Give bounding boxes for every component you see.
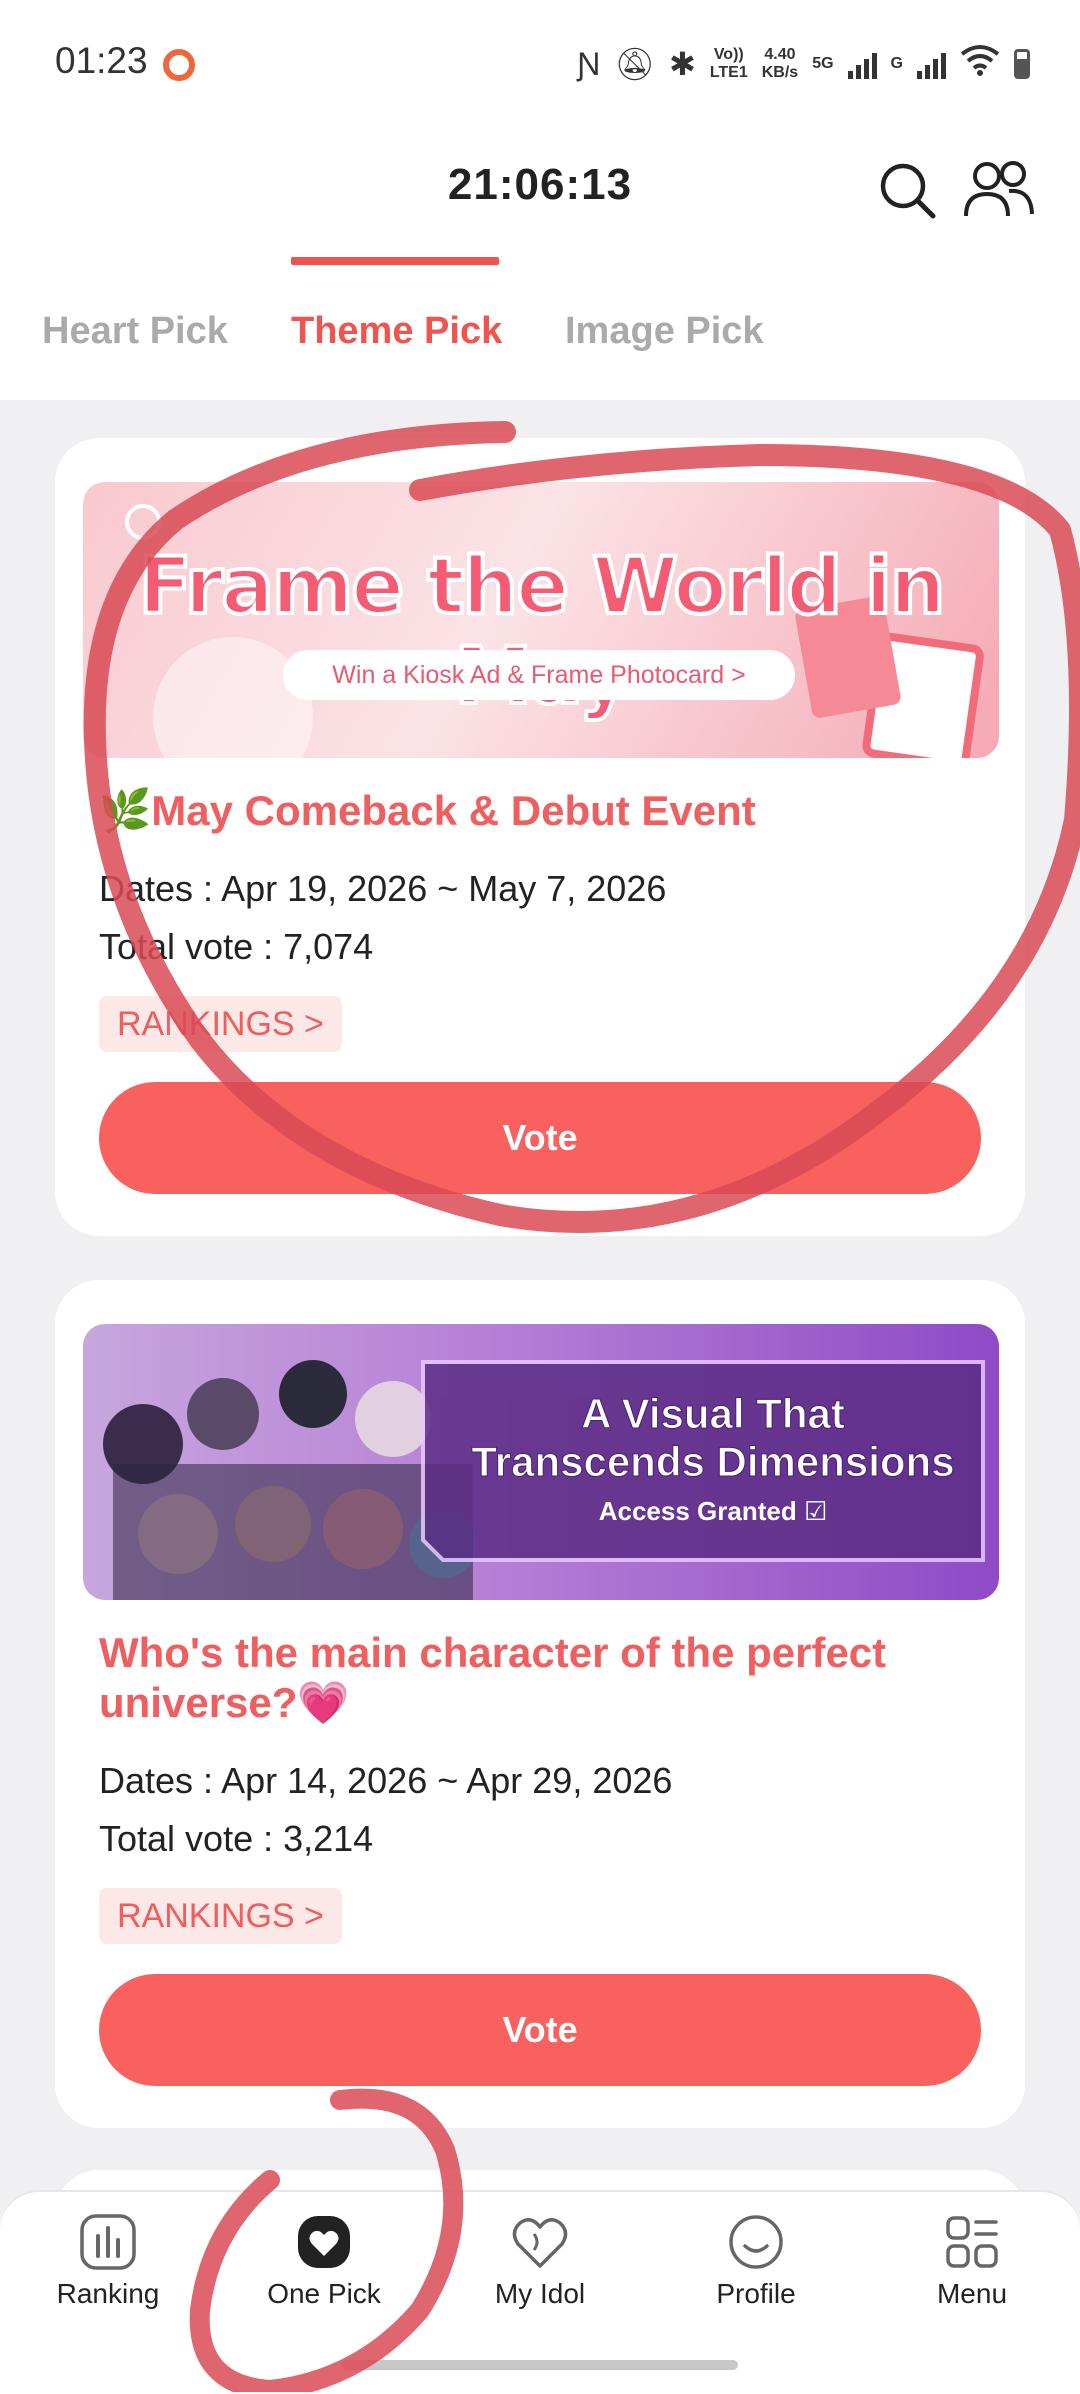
signal-5g-label: 5G [812,55,834,72]
tab-heart-pick[interactable]: Heart Pick [42,310,228,353]
tab-image-pick[interactable]: Image Pick [565,310,764,353]
nav-one-pick[interactable]: One Pick [224,2212,424,2310]
nav-one-pick-label: One Pick [267,2278,381,2309]
network-speed: 4.40 KB/s [761,46,799,81]
smile-icon [729,2215,783,2269]
battery-icon [1014,49,1030,79]
volte-indicator: Vo)) LTE1 [709,46,748,81]
bluetooth-icon: ✱ [669,46,696,82]
nav-menu-label: Menu [936,2278,1008,2309]
status-time: 01:23 [55,40,148,81]
nav-ranking[interactable]: Ranking [8,2212,208,2310]
event-banner-2[interactable]: A Visual That Transcends Dimensions Acces… [83,1324,999,1600]
card-dates-2: Dates : Apr 14, 2026 ~ Apr 29, 2026 [99,1760,673,1801]
tab-theme-pick[interactable]: Theme Pick [291,310,502,353]
card-total-vote: Total vote : 7,074 [99,926,374,967]
card-dates: Dates : Apr 19, 2026 ~ May 7, 2026 [99,868,667,909]
card-title: 🌿May Comeback & Debut Event [99,787,756,834]
card-title-2: Who's the main character of the perfect … [99,1629,887,1726]
status-bar: 01:23 Ɲ 🔕︎ ✱ Vo)) LTE1 4.40 KB/s 5G G [0,0,1080,130]
banner-subtitle-2: Access Granted ☑ [598,1496,828,1526]
nav-profile-label: Profile [716,2278,796,2309]
signal-bars-icon-2 [917,49,946,79]
recording-dot-icon [163,49,195,81]
vote-button-2[interactable]: Vote [99,1974,981,2086]
pick-tabs: Heart Pick Theme Pick Image Pick [0,290,1080,400]
signal-g-label: G [890,55,903,72]
nfc-icon: Ɲ [577,45,601,82]
banner-title-2: A Visual That Transcends Dimensions [471,1390,955,1486]
event-banner[interactable]: Frame the World in May Win a Kiosk Ad & … [83,482,999,758]
active-tab-indicator [291,257,499,265]
character-group-illustration [103,1360,477,1600]
event-card-2: A Visual That Transcends Dimensions Acces… [55,1280,1025,2128]
vote-button[interactable]: Vote [99,1082,981,1194]
app-header: 21:06:13 Heart Pick Theme Pick Image Pic… [0,130,1080,400]
nav-my-idol-label: My Idol [494,2278,586,2309]
signal-bars-icon [847,49,877,79]
nav-menu[interactable]: Menu [872,2212,1072,2310]
banner-subtitle: Win a Kiosk Ad & Frame Photocard > [283,650,795,700]
home-indicator[interactable] [342,2360,738,2370]
search-icon[interactable] [877,160,937,220]
ranking-icon [80,2214,136,2270]
nav-ranking-label: Ranking [56,2278,160,2309]
event-card: Frame the World in May Win a Kiosk Ad & … [55,438,1025,1236]
wifi-icon [960,44,1000,84]
rankings-button[interactable]: RANKINGS > [99,996,342,1052]
card-total-vote-2: Total vote : 3,214 [99,1818,374,1859]
mute-bell-icon: 🔕︎ [614,46,655,82]
heart-filled-icon [298,2216,350,2268]
nav-my-idol[interactable]: My Idol [440,2212,640,2310]
nav-profile[interactable]: Profile [656,2212,856,2310]
heart-outline-icon [512,2218,568,2268]
grid-menu-icon [946,2216,998,2268]
rankings-button-2[interactable]: RANKINGS > [99,1888,342,1944]
status-icons: Ɲ 🔕︎ ✱ Vo)) LTE1 4.40 KB/s 5G G [577,44,1030,84]
people-icon[interactable] [963,158,1035,220]
